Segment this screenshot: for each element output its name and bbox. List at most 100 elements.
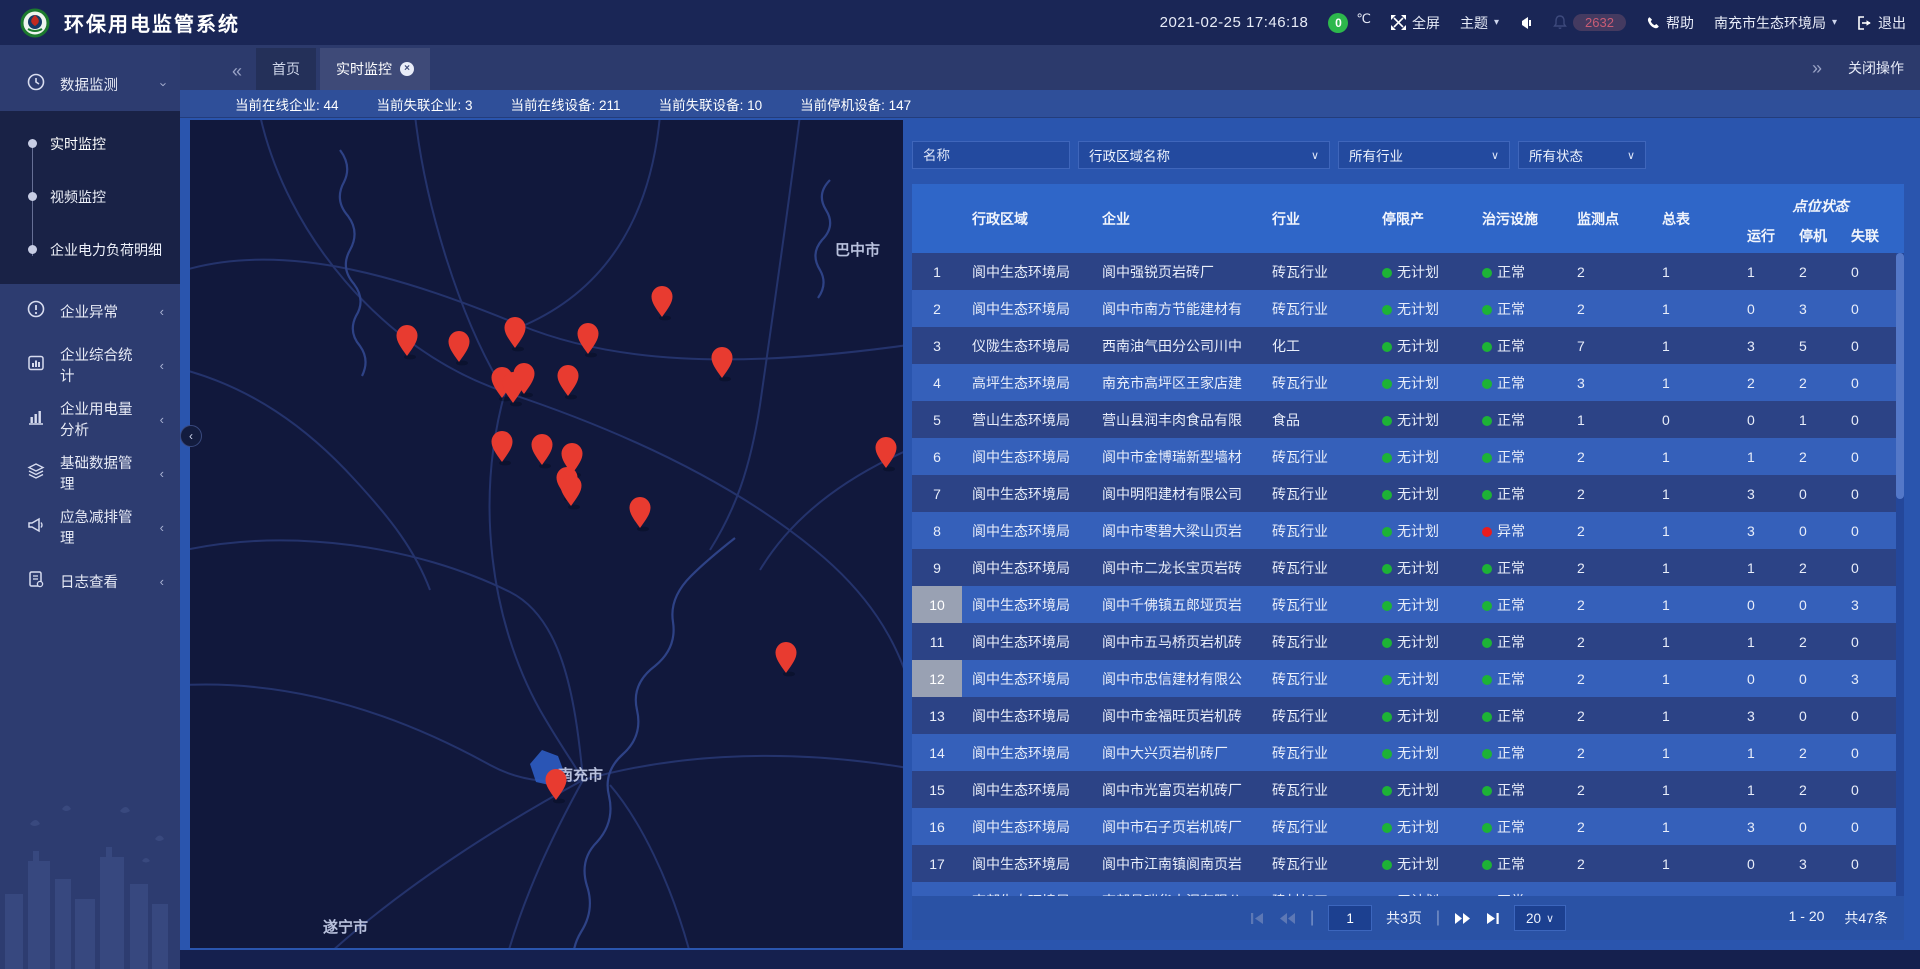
row-number: 3 (912, 327, 962, 364)
sidebar-item-企业用电量分析[interactable]: 企业用电量分析‹ (0, 392, 180, 446)
organization-menu[interactable]: 南充市生态环境局 ▾ (1714, 13, 1837, 33)
table-row[interactable]: 12阆中生态环境局阆中市忠信建材有限公砖瓦行业无计划正常21003 (912, 660, 1896, 697)
last-page-button[interactable] (1485, 912, 1500, 925)
help-button[interactable]: 帮助 (1646, 13, 1694, 33)
cell-running: 3 (1737, 708, 1789, 724)
map-panel[interactable]: 巴中市南充市遂宁市 (190, 120, 903, 948)
cell-company: 阆中强锐页岩砖厂 (1092, 262, 1262, 282)
sidebar-collapse-button[interactable]: ‹ (180, 425, 202, 447)
status-select[interactable]: 所有状态 ∨ (1518, 141, 1646, 169)
cell-total-meters: 1 (1652, 486, 1737, 502)
theme-button[interactable]: 主题 ▾ (1460, 13, 1499, 33)
sidebar-item-label: 数据监测 (60, 74, 118, 95)
table-scrollbar[interactable] (1896, 253, 1904, 896)
table-row[interactable]: 3仪陇生态环境局西南油气田分公司川中化工无计划正常71350 (912, 327, 1896, 364)
cell-region: 阆中生态环境局 (962, 447, 1092, 467)
row-number: 11 (912, 623, 962, 660)
table-row[interactable]: 11阆中生态环境局阆中市五马桥页岩机砖砖瓦行业无计划正常21120 (912, 623, 1896, 660)
cell-stop-production: 无计划 (1372, 484, 1472, 504)
page-number-input[interactable] (1328, 905, 1372, 931)
cell-monitor-points: 2 (1567, 671, 1652, 687)
cell-monitor-points: 1 (1567, 412, 1652, 428)
status-dot-green (1382, 453, 1392, 463)
page-size-select[interactable]: 20 ∨ (1514, 905, 1566, 931)
tab-label: 实时监控 (336, 59, 392, 79)
fullscreen-button[interactable]: 全屏 (1391, 13, 1440, 33)
sidebar-item-基础数据管理[interactable]: 基础数据管理‹ (0, 446, 180, 500)
total-pages-label: 共3页 (1386, 908, 1422, 928)
prev-page-button[interactable] (1279, 912, 1296, 925)
close-operations-button[interactable]: 关闭操作 (1848, 58, 1904, 78)
table-row[interactable]: 13阆中生态环境局阆中市金福旺页岩机砖砖瓦行业无计划正常21300 (912, 697, 1896, 734)
cell-stopped: 0 (1789, 708, 1841, 724)
map-canvas[interactable]: 巴中市南充市遂宁市 (190, 120, 903, 948)
next-page-button[interactable] (1454, 912, 1471, 925)
region-select[interactable]: 行政区域名称 ∨ (1078, 141, 1330, 169)
tab-首页[interactable]: 首页 (256, 48, 316, 90)
table-row[interactable]: 7阆中生态环境局阆中明阳建材有限公司砖瓦行业无计划正常21300 (912, 475, 1896, 512)
table-row[interactable]: 9阆中生态环境局阆中市二龙长宝页岩砖砖瓦行业无计划正常21120 (912, 549, 1896, 586)
header-monitor-points: 监测点 (1567, 184, 1652, 253)
scrollbar-thumb[interactable] (1896, 253, 1904, 499)
sidebar-item-企业异常[interactable]: 企业异常‹ (0, 284, 180, 338)
table-row[interactable]: 14阆中生态环境局阆中大兴页岩机砖厂砖瓦行业无计划正常21120 (912, 734, 1896, 771)
table-row[interactable]: 16阆中生态环境局阆中市石子页岩机砖厂砖瓦行业无计划正常21300 (912, 808, 1896, 845)
table-row[interactable]: 6阆中生态环境局阆中市金博瑞新型墙材砖瓦行业无计划正常21120 (912, 438, 1896, 475)
tabs-container: 首页 实时监控 × (256, 48, 430, 90)
sidebar-subitem-实时监控[interactable]: 实时监控 (0, 117, 180, 170)
notification-area[interactable]: 2632 (1553, 14, 1626, 31)
table-row[interactable]: 10阆中生态环境局阆中千佛镇五郎垭页岩砖瓦行业无计划正常21003 (912, 586, 1896, 623)
tabs-scroll-left-button[interactable]: « (232, 62, 242, 80)
sidebar-item-应急减排管理[interactable]: 应急减排管理‹ (0, 500, 180, 554)
sidebar-subitem-企业电力负荷明细[interactable]: 企业电力负荷明细 (0, 223, 180, 276)
sidebar-item-日志查看[interactable]: 日志查看‹ (0, 554, 180, 608)
chevron-left-icon: ‹ (160, 574, 164, 589)
map-pin-shadow (719, 377, 731, 382)
cell-pollution-facility: 正常 (1472, 780, 1567, 800)
header-running: 运行 (1737, 218, 1789, 253)
header-pollution-facility: 治污设施 (1472, 184, 1567, 253)
tab-实时监控[interactable]: 实时监控 × (320, 48, 430, 90)
region-select-value: 行政区域名称 (1089, 145, 1170, 165)
header-stop-production: 停限产 (1372, 184, 1472, 253)
sidebar-item-企业综合统计[interactable]: 企业综合统计‹ (0, 338, 180, 392)
cell-offline: 0 (1841, 375, 1896, 391)
cell-region: 阆中生态环境局 (962, 817, 1092, 837)
name-search-input[interactable] (923, 148, 1059, 163)
cell-offline: 0 (1841, 486, 1896, 502)
map-pin-shadow (565, 395, 577, 400)
table-row[interactable]: 18南部生态环境局南部县瑞华水泥有限公建材加工无计划正常60060 (912, 882, 1896, 896)
cell-stopped: 2 (1789, 449, 1841, 465)
tab-label: 首页 (272, 59, 300, 79)
cell-region: 阆中生态环境局 (962, 780, 1092, 800)
cell-total-meters: 1 (1652, 819, 1737, 835)
tab-close-icon[interactable]: × (400, 62, 414, 76)
cell-pollution-facility: 正常 (1472, 854, 1567, 874)
table-row[interactable]: 1阆中生态环境局阆中强锐页岩砖厂砖瓦行业无计划正常21120 (912, 253, 1896, 290)
cell-total-meters: 1 (1652, 375, 1737, 391)
table-row[interactable]: 2阆中生态环境局阆中市南方节能建材有砖瓦行业无计划正常21030 (912, 290, 1896, 327)
cell-industry: 砖瓦行业 (1262, 373, 1372, 393)
row-number: 17 (912, 845, 962, 882)
status-dot-green (1382, 601, 1392, 611)
industry-select[interactable]: 所有行业 ∨ (1338, 141, 1510, 169)
theme-label: 主题 (1460, 13, 1488, 33)
chevron-down-icon: ∨ (1491, 149, 1499, 162)
tabs-scroll-right-button[interactable]: » (1812, 59, 1822, 77)
first-page-button[interactable] (1250, 912, 1265, 925)
cell-offline: 3 (1841, 597, 1896, 613)
table-row[interactable]: 17阆中生态环境局阆中市江南镇阆南页岩砖瓦行业无计划正常21030 (912, 845, 1896, 882)
table-row[interactable]: 8阆中生态环境局阆中市枣碧大梁山页岩砖瓦行业无计划异常21300 (912, 512, 1896, 549)
logout-button[interactable]: 退出 (1857, 13, 1906, 33)
table-row[interactable]: 15阆中生态环境局阆中市光富页岩机砖厂砖瓦行业无计划正常21120 (912, 771, 1896, 808)
chevron-down-icon: ▾ (1494, 17, 1499, 28)
sidebar-item-数据监测[interactable]: 数据监测‹ (0, 57, 180, 111)
cell-company: 南充市高坪区王家店建 (1092, 373, 1262, 393)
phone-icon (1646, 16, 1660, 30)
cell-monitor-points: 2 (1567, 449, 1652, 465)
sidebar-subitem-视频监控[interactable]: 视频监控 (0, 170, 180, 223)
table-row[interactable]: 5营山生态环境局营山县润丰肉食品有限食品无计划正常10010 (912, 401, 1896, 438)
mute-button[interactable] (1519, 16, 1533, 30)
table-row[interactable]: 4高坪生态环境局南充市高坪区王家店建砖瓦行业无计划正常31220 (912, 364, 1896, 401)
stats-bar: 当前在线企业: 44当前失联企业: 3当前在线设备: 211当前失联设备: 10… (180, 90, 1920, 118)
